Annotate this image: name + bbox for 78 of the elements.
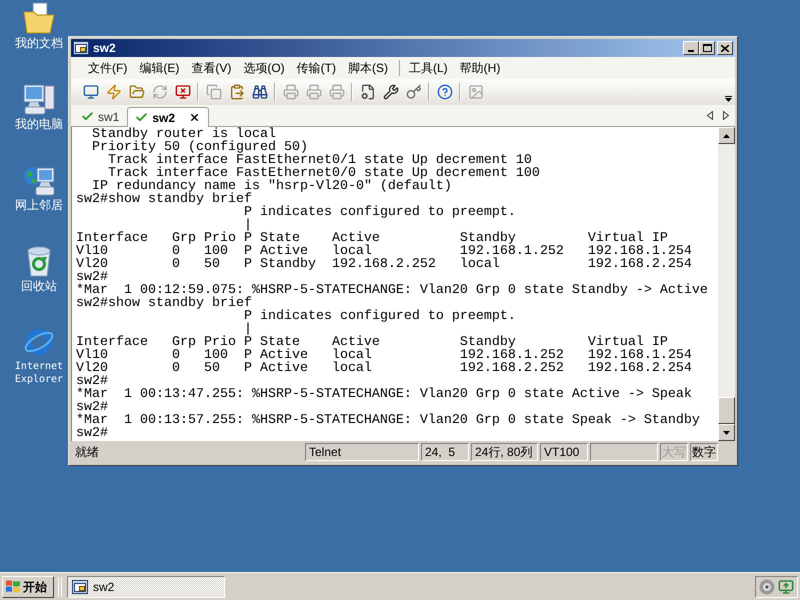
- scrollbar-track[interactable]: [718, 127, 735, 441]
- monitor-x-icon: [174, 84, 190, 100]
- scroll-down-button[interactable]: [718, 424, 735, 441]
- desktop-icon-label[interactable]: 回收站: [21, 279, 57, 293]
- triangle-left-icon[interactable]: [707, 111, 713, 120]
- status-panel: Telnet: [305, 443, 419, 461]
- window-icon: [72, 580, 88, 594]
- maximize-icon: [702, 44, 712, 52]
- terminal-line: *Mar 1 00:13:57.255: %HSRP-5-STATECHANGE: Vlan20 Grp 0 state Speak -> Standby: [76, 413, 700, 428]
- lightning-icon: [106, 84, 122, 100]
- start-button[interactable]: 开始: [2, 576, 54, 598]
- desktop-icon-label[interactable]: Internet Explorer: [10, 360, 68, 386]
- wrench-icon: [382, 84, 398, 100]
- terminal-line: P indicates configured to preempt.: [244, 309, 516, 324]
- copy-icon: [206, 84, 222, 100]
- terminal-line: sw2#show standby brief: [76, 192, 252, 207]
- close-icon[interactable]: [189, 112, 200, 123]
- tab[interactable]: sw2: [127, 107, 210, 127]
- desktop-icon-label[interactable]: 网上邻居: [15, 198, 63, 212]
- image-icon: [468, 84, 484, 100]
- terminal-line: Vl20 0 50 P Active local 192.168.2.252 192.168.2.254: [76, 361, 692, 376]
- status-panel: 24行, 80列: [471, 443, 538, 461]
- tab[interactable]: sw1: [75, 107, 128, 126]
- menu-item[interactable]: 帮助(H): [454, 60, 506, 76]
- status-indicator: 数字: [690, 443, 718, 461]
- desktop-icon-label[interactable]: 我的文档: [15, 36, 63, 50]
- menu-item[interactable]: 传输(T): [292, 60, 341, 76]
- globe-computer-icon[interactable]: [23, 164, 55, 196]
- menu-item[interactable]: 查看(V): [186, 60, 236, 76]
- terminal-line: |: [244, 218, 252, 233]
- triangle-right-icon[interactable]: [723, 111, 729, 120]
- minimize-button[interactable]: [683, 41, 699, 55]
- status-panel: 24, 5: [421, 443, 469, 461]
- flag-icon: [5, 580, 21, 594]
- help-icon: [436, 84, 452, 100]
- maximize-button[interactable]: [699, 41, 715, 55]
- status-panel: VT100: [540, 443, 588, 461]
- menu-item[interactable]: 脚本(S): [342, 60, 393, 76]
- monitor-icon: [82, 84, 98, 100]
- terminal-line: Vl20 0 50 P Standby 192.168.2.252 local 192.168.2.254: [76, 257, 692, 272]
- close-icon: [721, 44, 729, 52]
- terminal-line: *Mar 1 00:13:47.255: %HSRP-5-STATECHANGE: Vlan20 Grp 0 state Active -> Speak: [76, 387, 692, 402]
- disc-icon[interactable]: [759, 578, 775, 594]
- menu-item[interactable]: 工具(L): [404, 60, 453, 76]
- menu-item[interactable]: 编辑(E): [134, 60, 184, 76]
- status-message: 就绪: [74, 444, 100, 461]
- up-arrow-icon: [723, 134, 730, 138]
- terminal-line: sw2#: [76, 426, 108, 441]
- key-icon: [406, 84, 422, 100]
- terminal-line: P indicates configured to preempt.: [244, 205, 516, 220]
- menu-item[interactable]: 选项(O): [238, 60, 290, 76]
- folder-icon[interactable]: [23, 2, 55, 34]
- close-button[interactable]: [717, 41, 733, 55]
- chevron-down-icon[interactable]: [725, 96, 732, 102]
- minimize-icon: [688, 50, 694, 52]
- menu-item[interactable]: 文件(F): [83, 60, 132, 76]
- refresh-icon: [152, 84, 168, 100]
- window-icon: [73, 41, 89, 55]
- down-arrow-icon: [723, 430, 730, 434]
- window-title: sw2: [93, 41, 116, 55]
- scroll-up-button[interactable]: [718, 127, 735, 144]
- terminal-line: |: [244, 322, 252, 337]
- printer-icon: [328, 84, 344, 100]
- desktop-icon-label[interactable]: 我的电脑: [15, 117, 63, 131]
- printer-icon: [306, 84, 322, 100]
- binoculars-icon: [252, 84, 268, 100]
- scroll-thumb[interactable]: [718, 397, 735, 424]
- computer-icon[interactable]: [23, 83, 55, 115]
- taskbar-button[interactable]: sw2: [67, 576, 225, 598]
- folder-icon: [128, 84, 144, 100]
- monitor-arrow-icon[interactable]: [778, 578, 794, 594]
- file-gear-icon: [360, 84, 376, 100]
- printer-icon: [282, 84, 298, 100]
- terminal-screen[interactable]: [71, 127, 718, 441]
- clipboard-icon: [228, 84, 244, 100]
- empty-status-panel: [590, 443, 658, 461]
- status-indicator: 大写: [660, 443, 688, 461]
- terminal-line: sw2#show standby brief: [76, 296, 252, 311]
